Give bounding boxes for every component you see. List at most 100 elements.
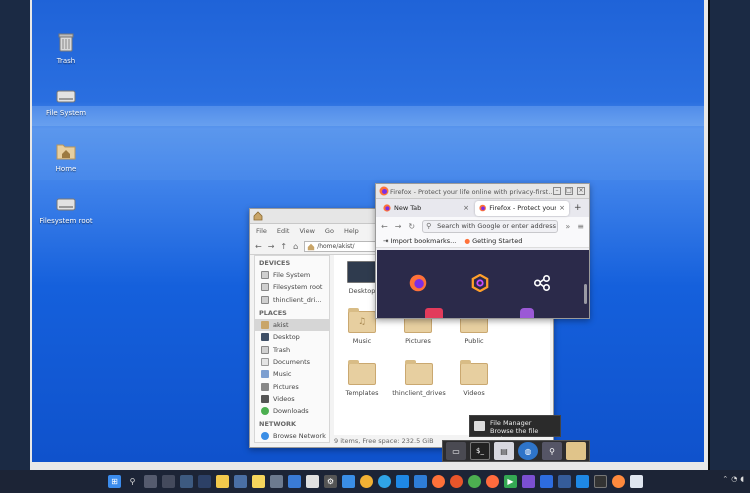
desktop-icon-file-system[interactable]: File System [36, 88, 96, 117]
app-icon[interactable] [234, 475, 247, 488]
sidebar-item-browse-network[interactable]: Browse Network [255, 430, 329, 442]
app-icon[interactable] [612, 475, 625, 488]
file-item-videos[interactable]: Videos [446, 360, 502, 397]
close-icon[interactable]: × [577, 187, 585, 195]
app-icon[interactable] [540, 475, 553, 488]
desktop-icon-trash[interactable]: Trash [36, 32, 96, 65]
task-view-icon[interactable] [144, 475, 157, 488]
file-item-templates[interactable]: Templates [334, 360, 390, 397]
bookmark-label: Import bookmarks... [390, 237, 457, 245]
web-browser-icon[interactable]: ◍ [518, 442, 538, 460]
windows-start-icon[interactable]: ⊞ [108, 475, 121, 488]
sidebar-item-akist[interactable]: akist [255, 318, 329, 332]
calculator-icon[interactable] [270, 475, 283, 488]
shortcut-firefox[interactable] [407, 272, 429, 294]
forward-arrow-icon[interactable]: → [395, 222, 402, 231]
sidebar-item-documents[interactable]: Documents [255, 356, 329, 368]
app-icon[interactable] [522, 475, 535, 488]
shield-icon[interactable] [576, 475, 589, 488]
sidebar-item-videos[interactable]: Videos [255, 393, 329, 405]
file-item-label: Templates [345, 389, 379, 397]
app-icon[interactable] [288, 475, 301, 488]
firefox-window[interactable]: Firefox - Protect your life online with … [375, 183, 590, 319]
file-item-thinclient-drives[interactable]: thinclient_drives [390, 360, 448, 397]
folder-icon [474, 421, 485, 431]
edge-icon[interactable] [378, 475, 391, 488]
xfce-desktop[interactable]: Trash File System Home Filesystem root F… [32, 0, 704, 462]
menu-help[interactable]: Help [344, 227, 359, 236]
new-tab-button[interactable]: + [574, 203, 582, 213]
menu-view[interactable]: View [299, 227, 314, 236]
menu-go[interactable]: Go [325, 227, 334, 236]
sticky-notes-icon[interactable] [252, 475, 265, 488]
back-arrow-icon[interactable]: ← [255, 242, 262, 251]
document-icon[interactable] [306, 475, 319, 488]
url-bar[interactable]: ⚲ Search with Google or enter address [422, 219, 559, 233]
sidebar-item-thinclient-drives[interactable]: thinclient_dri... [255, 294, 329, 306]
firefox-titlebar[interactable]: Firefox - Protect your life online with … [376, 184, 589, 199]
app-icon[interactable] [558, 475, 571, 488]
search-icon[interactable]: ⚲ [542, 442, 562, 460]
shortcut-link[interactable] [531, 272, 553, 294]
shortcut-partial-icon [520, 308, 534, 318]
tab-new-tab[interactable]: New Tab × [379, 201, 473, 216]
up-arrow-icon[interactable]: ↑ [280, 242, 287, 251]
bookmark-getting-started[interactable]: ● Getting Started [464, 237, 522, 245]
sidebar-item-file-system[interactable]: File System [255, 269, 329, 281]
sidebar-item-desktop[interactable]: Desktop [255, 331, 329, 343]
app-icon[interactable] [342, 475, 355, 488]
app-icon[interactable] [198, 475, 211, 488]
app-icon[interactable] [396, 475, 409, 488]
network-icon[interactable]: ◔ [731, 475, 737, 483]
shortcut-pocket[interactable] [469, 272, 491, 294]
maximize-icon[interactable]: □ [565, 187, 573, 195]
chrome-icon[interactable] [468, 475, 481, 488]
forward-arrow-icon[interactable]: → [268, 242, 275, 251]
tab-close-icon[interactable]: × [559, 204, 565, 212]
menu-edit[interactable]: Edit [277, 227, 290, 236]
home-icon[interactable]: ⌂ [293, 242, 298, 251]
play-store-icon[interactable]: ▶ [504, 475, 517, 488]
app-icon[interactable] [486, 475, 499, 488]
hamburger-menu-icon[interactable]: ≡ [577, 222, 584, 231]
desktop-icon-label: Filesystem root [39, 217, 93, 225]
menu-file[interactable]: File [256, 227, 267, 236]
widgets-icon[interactable] [162, 475, 175, 488]
scrollbar[interactable] [584, 284, 587, 304]
overflow-chevron-icon[interactable]: » [565, 222, 570, 231]
terminal-icon[interactable]: $_ [470, 442, 490, 460]
trash-icon [58, 33, 74, 52]
app-icon[interactable] [630, 475, 643, 488]
app-icon[interactable] [414, 475, 427, 488]
reload-icon[interactable]: ↻ [408, 222, 415, 231]
tab-close-icon[interactable]: × [463, 204, 469, 212]
firefox-icon[interactable] [432, 475, 445, 488]
firefox-icon[interactable] [450, 475, 463, 488]
app-icon[interactable] [360, 475, 373, 488]
sidebar-item-pictures[interactable]: Pictures [255, 380, 329, 392]
thunar-sidebar: DEVICES File System Filesystem root thin… [254, 255, 330, 443]
file-manager-icon[interactable]: ▤ [494, 442, 514, 460]
terminal-icon[interactable] [594, 475, 607, 488]
sidebar-item-trash[interactable]: Trash [255, 343, 329, 355]
sidebar-section-network: NETWORK [259, 420, 297, 429]
new-tab-page[interactable] [377, 250, 589, 318]
gear-icon[interactable]: ⚙ [324, 475, 337, 488]
tab-firefox-protect[interactable]: Firefox - Protect your li × [475, 200, 569, 216]
sidebar-item-label: File System [273, 271, 311, 280]
desktop-icon-filesystem-root[interactable]: Filesystem root [36, 196, 96, 225]
volume-icon[interactable]: ◖ [740, 475, 744, 483]
chevron-up-icon[interactable]: ⌃ [722, 475, 728, 483]
show-desktop-icon[interactable]: ▭ [446, 442, 466, 460]
sidebar-item-filesystem-root[interactable]: Filesystem root [255, 281, 329, 293]
sidebar-item-downloads[interactable]: Downloads [255, 405, 329, 417]
remote-desktop-icon[interactable] [180, 475, 193, 488]
file-explorer-icon[interactable] [216, 475, 229, 488]
minimize-icon[interactable]: – [553, 187, 561, 195]
back-arrow-icon[interactable]: ← [381, 222, 388, 231]
bookmark-import[interactable]: ⇥ Import bookmarks... [383, 237, 456, 245]
desktop-icon-home[interactable]: Home [36, 142, 96, 173]
search-icon[interactable]: ⚲ [126, 475, 139, 488]
folder-icon[interactable] [566, 442, 586, 460]
sidebar-item-music[interactable]: Music [255, 368, 329, 380]
